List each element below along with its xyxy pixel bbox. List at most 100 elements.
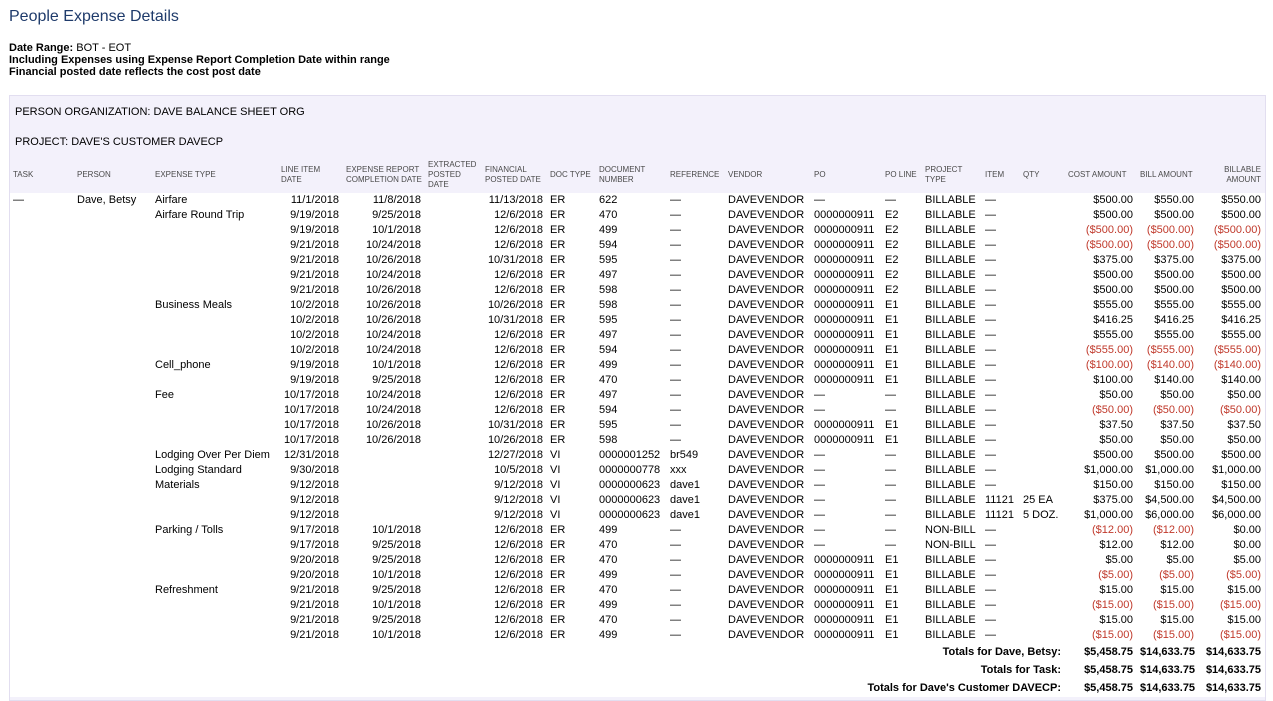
cell-doc-type: VI xyxy=(550,509,561,521)
cell-person xyxy=(74,358,152,373)
column-header-doc-num[interactable]: DOCUMENT NUMBER xyxy=(596,157,667,193)
column-header-financial[interactable]: FINANCIAL POSTED DATE xyxy=(482,157,547,193)
cell-completion: 9/25/2018 xyxy=(372,209,421,221)
cell-cost: ($500.00) xyxy=(1085,239,1133,251)
table-row: 9/20/2018 9/25/2018 12/6/2018 ER 470 — DAVEVEN… xyxy=(10,553,1265,568)
column-header-completion[interactable]: EXPENSE REPORT COMPLETION DATE xyxy=(343,157,425,193)
column-header-doc-type[interactable]: DOC TYPE xyxy=(547,157,596,193)
cell-vendor: DAVEVENDOR xyxy=(728,599,805,611)
cell-vendor: DAVEVENDOR xyxy=(728,299,805,311)
column-header-billable[interactable]: BILLABLE AMOUNT xyxy=(1198,157,1265,193)
cell-doc-type: VI xyxy=(550,464,561,476)
cell-person xyxy=(74,598,152,613)
cell-bill: $555.00 xyxy=(1154,329,1194,341)
cell-line-date: 9/21/2018 xyxy=(290,614,339,626)
column-header-bill[interactable]: BILL AMOUNT xyxy=(1137,157,1198,193)
report-criteria: Date Range: BOT - EOT Including Expenses… xyxy=(9,42,390,78)
cell-vendor: DAVEVENDOR xyxy=(728,479,805,491)
cell-item: — xyxy=(985,374,996,386)
cell-po-line: E2 xyxy=(885,254,899,266)
cell-po: — xyxy=(814,539,825,551)
column-header-cost[interactable]: COST AMOUNT xyxy=(1065,157,1137,193)
column-header-qty[interactable]: QTY xyxy=(1020,157,1065,193)
column-header-extracted[interactable]: EXTRACTED POSTED DATE xyxy=(425,157,482,193)
cell-cost: $500.00 xyxy=(1093,269,1133,281)
cell-billable: $15.00 xyxy=(1227,614,1261,626)
cell-extracted xyxy=(425,478,482,493)
cell-bill: ($500.00) xyxy=(1146,224,1194,236)
cell-item: — xyxy=(985,284,996,296)
cell-task xyxy=(10,223,74,238)
column-header-po[interactable]: PO xyxy=(811,157,882,193)
cell-expense-type xyxy=(152,313,278,328)
cell-extracted xyxy=(425,568,482,583)
cell-line-date: 9/19/2018 xyxy=(290,224,339,236)
column-header-task[interactable]: TASK xyxy=(10,157,74,193)
cell-line-date: 9/21/2018 xyxy=(290,239,339,251)
cell-item: — xyxy=(985,569,996,581)
cell-item: 11121 xyxy=(985,494,1014,506)
cell-expense-type xyxy=(152,403,278,418)
cell-item: — xyxy=(985,554,996,566)
column-header-po-line[interactable]: PO LINE xyxy=(882,157,922,193)
table-row: 9/21/2018 10/24/2018 12/6/2018 ER 594 — DAVEVE… xyxy=(10,238,1265,253)
column-header-reference[interactable]: REFERENCE xyxy=(667,157,725,193)
cell-vendor: DAVEVENDOR xyxy=(728,344,805,356)
cell-qty xyxy=(1020,208,1065,223)
cell-po-line: E1 xyxy=(885,569,899,581)
cell-task xyxy=(10,613,74,628)
cell-extracted xyxy=(425,433,482,448)
cell-po-line: E1 xyxy=(885,554,899,566)
cell-expense-type xyxy=(152,283,278,298)
cell-po: 0000000911 xyxy=(814,434,875,446)
cell-vendor: DAVEVENDOR xyxy=(728,239,805,251)
cell-vendor: DAVEVENDOR xyxy=(728,569,805,581)
cell-task xyxy=(10,418,74,433)
cell-expense-type xyxy=(152,628,278,643)
cell-project-type: NON-BILL xyxy=(925,539,976,551)
cell-extracted xyxy=(425,358,482,373)
cell-financial: 12/6/2018 xyxy=(494,359,543,371)
table-row: Fee 10/17/2018 10/24/2018 12/6/2018 ER 497 — DA… xyxy=(10,388,1265,403)
table-row: 9/12/2018 9/12/2018 VI 0000000623 dave1 DAVEV… xyxy=(10,493,1265,508)
column-header-item[interactable]: ITEM xyxy=(982,157,1020,193)
column-header-project-type[interactable]: PROJECT TYPE xyxy=(922,157,982,193)
cell-po-line: E2 xyxy=(885,224,899,236)
cell-po-line: E1 xyxy=(885,299,899,311)
cell-expense-type: Cell_phone xyxy=(155,359,211,371)
cell-doc-type: VI xyxy=(550,479,561,491)
cell-extracted xyxy=(425,223,482,238)
cell-completion xyxy=(343,448,425,463)
cell-line-date: 11/1/2018 xyxy=(290,194,339,206)
cell-reference: dave1 xyxy=(670,494,700,506)
cell-extracted xyxy=(425,553,482,568)
cell-item: — xyxy=(985,629,996,641)
cell-po: — xyxy=(814,449,825,461)
cell-po-line: E1 xyxy=(885,584,899,596)
cell-bill: $50.00 xyxy=(1160,389,1194,401)
cell-vendor: DAVEVENDOR xyxy=(728,374,805,386)
cell-item: — xyxy=(985,419,996,431)
table-row: 10/2/2018 10/24/2018 12/6/2018 ER 497 — DAVEVE… xyxy=(10,328,1265,343)
cell-po-line: E1 xyxy=(885,614,899,626)
cell-reference: — xyxy=(670,599,681,611)
totals-cost-amount: $5,458.75 xyxy=(1084,646,1133,658)
cell-vendor: DAVEVENDOR xyxy=(728,494,805,506)
cell-extracted xyxy=(425,328,482,343)
cell-doc-num: 595 xyxy=(599,314,618,326)
cell-item: — xyxy=(985,434,996,446)
cell-doc-num: 0000000623 xyxy=(599,494,661,506)
cell-doc-num: 594 xyxy=(599,344,618,356)
column-header-vendor[interactable]: VENDOR xyxy=(725,157,811,193)
cell-extracted xyxy=(425,373,482,388)
cell-expense-type: Lodging Standard xyxy=(155,464,242,476)
column-header-person[interactable]: PERSON xyxy=(74,157,152,193)
cell-doc-type: ER xyxy=(550,284,566,296)
totals-row: Totals for Dave's Customer DAVECP: $5,458… xyxy=(10,679,1265,697)
cell-doc-num: 470 xyxy=(599,209,618,221)
cell-billable: ($50.00) xyxy=(1220,404,1261,416)
cell-financial: 12/6/2018 xyxy=(494,344,543,356)
column-header-expense-type[interactable]: EXPENSE TYPE xyxy=(152,157,278,193)
column-header-line-date[interactable]: LINE ITEM DATE xyxy=(278,157,343,193)
expense-table-header: TASK PERSON EXPENSE TYPE LINE ITEM DATE EXPE… xyxy=(10,157,1265,193)
